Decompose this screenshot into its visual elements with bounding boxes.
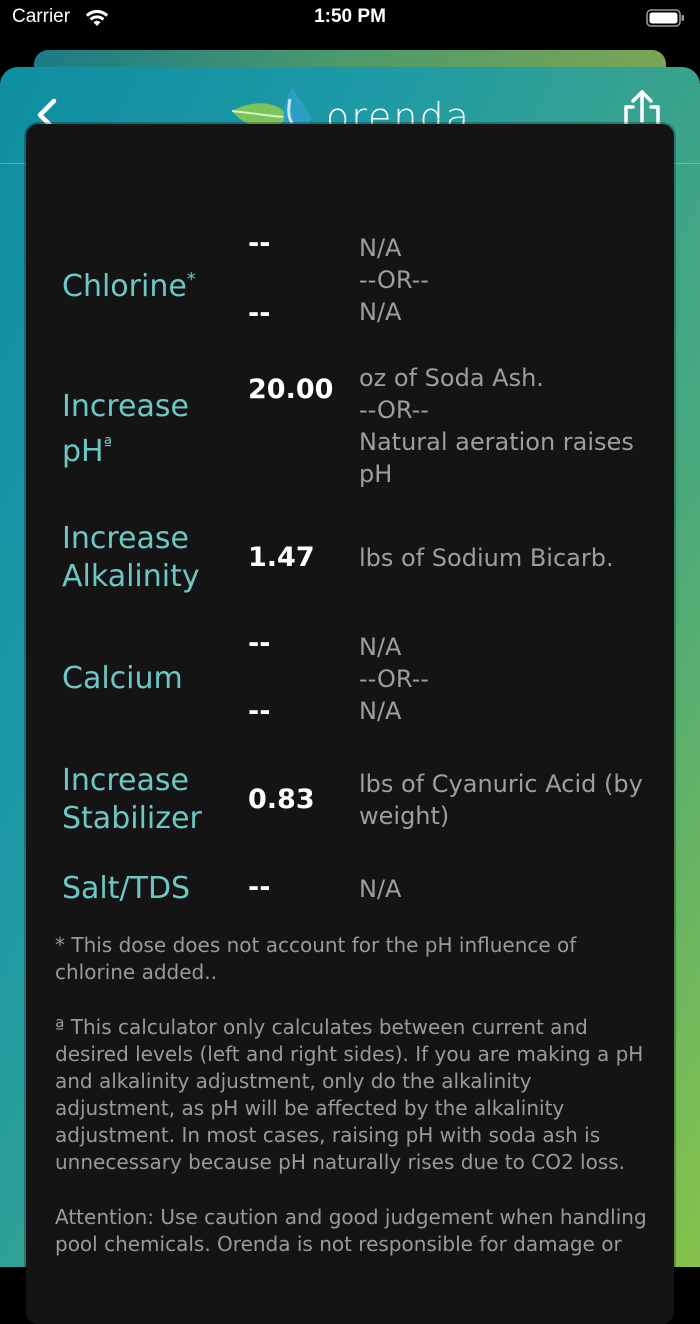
dose-description: pH bbox=[359, 460, 393, 488]
amount-value: 20.00 bbox=[248, 374, 334, 405]
row-label: Calcium bbox=[62, 661, 183, 696]
chlorine-row: Chlorine* -- -- N/A --OR-- N/A bbox=[26, 124, 674, 334]
dose-description: lbs of Sodium Bicarb. bbox=[359, 544, 614, 572]
clock-time: 1:50 PM bbox=[314, 6, 386, 27]
amount-value: -- bbox=[248, 228, 271, 259]
attention-note: Attention: Use caution and good judgemen… bbox=[55, 1205, 647, 1256]
or-divider: --OR-- bbox=[359, 665, 429, 693]
row-label: Alkalinity bbox=[62, 559, 200, 594]
dose-description: N/A bbox=[359, 697, 402, 725]
ph-footnote: ª This calculator only calculates betwee… bbox=[55, 1015, 644, 1174]
or-divider: --OR-- bbox=[359, 266, 429, 294]
row-label: Stabilizer bbox=[62, 801, 202, 836]
amount-value: 0.83 bbox=[248, 784, 315, 815]
amount-value: 1.47 bbox=[248, 542, 315, 573]
dose-description: N/A bbox=[359, 298, 402, 326]
amount-value: -- bbox=[248, 696, 271, 727]
dose-description: weight) bbox=[359, 802, 450, 830]
or-divider: --OR-- bbox=[359, 396, 429, 424]
row-label: Increase bbox=[62, 763, 189, 798]
dose-description: lbs of Cyanuric Acid (by bbox=[359, 770, 643, 798]
battery-icon bbox=[646, 9, 684, 27]
dose-description: oz of Soda Ash. bbox=[359, 364, 544, 392]
row-label: Increase pHª bbox=[62, 389, 189, 469]
status-bar: Carrier 1:50 PM bbox=[0, 0, 700, 52]
dose-description: N/A bbox=[359, 633, 402, 661]
amount-value: -- bbox=[248, 298, 271, 329]
row-label: Increase bbox=[62, 521, 189, 556]
amount-value: -- bbox=[248, 872, 271, 903]
row-label: Salt/TDS bbox=[62, 871, 191, 906]
row-label: Chlorine* bbox=[62, 269, 196, 304]
dose-description: N/A bbox=[359, 875, 402, 903]
amount-value: -- bbox=[248, 628, 271, 659]
dosage-card: Chlorine* -- -- N/A --OR-- N/A Increase p… bbox=[26, 124, 674, 1324]
chlorine-footnote: * This dose does not account for the pH … bbox=[55, 933, 577, 984]
dose-description: N/A bbox=[359, 234, 402, 262]
dose-description: Natural aeration raises bbox=[359, 428, 634, 456]
